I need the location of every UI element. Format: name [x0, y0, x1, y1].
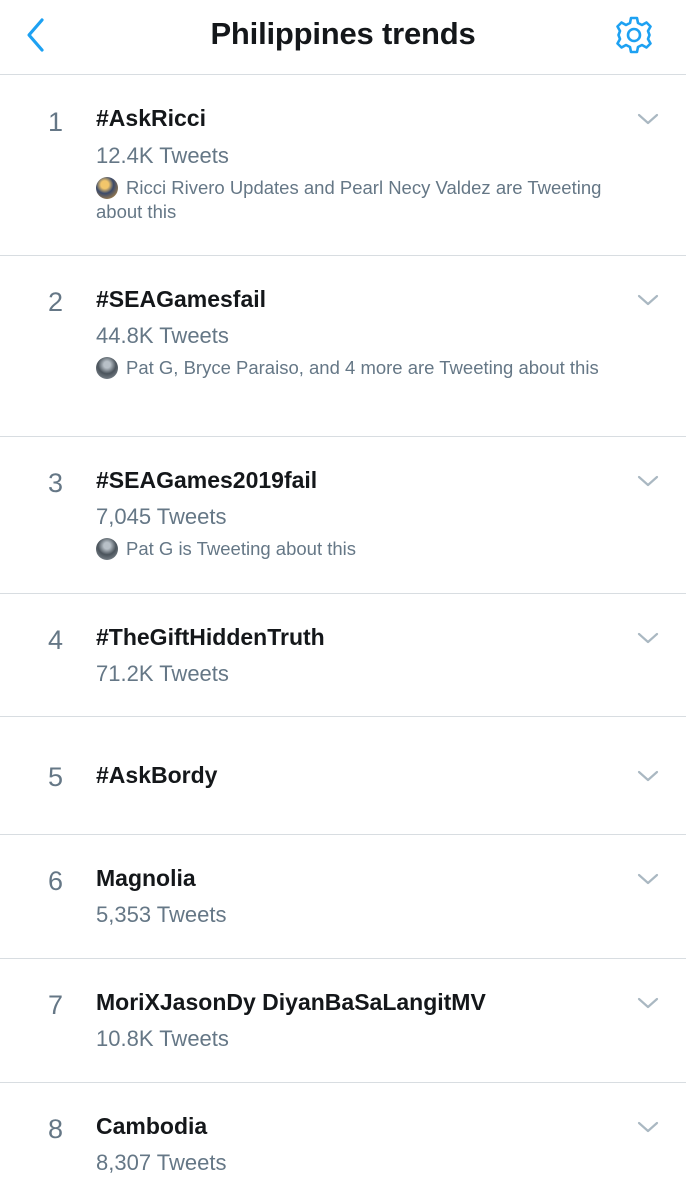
trend-rank: 4 — [48, 625, 64, 655]
gear-icon — [616, 16, 652, 54]
chevron-down-icon[interactable] — [636, 293, 660, 307]
trend-name: #SEAGames2019fail — [96, 467, 318, 493]
trend-rank: 8 — [48, 1114, 64, 1144]
chevron-down-icon[interactable] — [636, 631, 660, 645]
avatar — [96, 538, 118, 560]
settings-button[interactable] — [610, 12, 658, 58]
page-title: Philippines trends — [210, 16, 476, 51]
trend-item[interactable]: 5 #AskBordy — [0, 717, 686, 835]
trend-context-text: Pat G, Bryce Paraiso, and 4 more are Twe… — [126, 357, 599, 378]
trend-item[interactable]: 1 #AskRicci 12.4K Tweets Ricci Rivero Up… — [0, 76, 686, 256]
tweet-count: 71.2K Tweets — [96, 661, 229, 686]
trend-item[interactable]: 6 Magnolia 5,353 Tweets — [0, 835, 686, 959]
trend-context: Pat G is Tweeting about this — [96, 537, 642, 561]
tweet-count: 5,353 Tweets — [96, 902, 227, 927]
trend-name: #AskBordy — [96, 762, 218, 788]
trend-item[interactable]: 3 #SEAGames2019fail 7,045 Tweets Pat G i… — [0, 437, 686, 594]
tweet-count: 7,045 Tweets — [96, 504, 227, 529]
chevron-down-icon[interactable] — [636, 996, 660, 1010]
avatar — [96, 177, 118, 199]
trend-item[interactable]: 2 #SEAGamesfail 44.8K Tweets Pat G, Bryc… — [0, 256, 686, 437]
chevron-down-icon[interactable] — [636, 872, 660, 886]
trend-context: Ricci Rivero Updates and Pearl Necy Vald… — [96, 176, 642, 224]
trend-rank: 6 — [48, 866, 64, 896]
trend-item[interactable]: 7 MoriXJasonDy DiyanBaSaLangitMV 10.8K T… — [0, 959, 686, 1083]
tweet-count: 12.4K Tweets — [96, 143, 229, 168]
avatar — [96, 357, 118, 379]
nav-header: Philippines trends — [0, 0, 686, 75]
trend-rank: 5 — [48, 762, 64, 792]
trend-rank: 7 — [48, 990, 64, 1020]
trend-context-text: Ricci Rivero Updates and Pearl Necy Vald… — [96, 177, 602, 222]
trend-context: Pat G, Bryce Paraiso, and 4 more are Twe… — [96, 356, 642, 380]
chevron-down-icon[interactable] — [636, 769, 660, 783]
chevron-down-icon[interactable] — [636, 474, 660, 488]
chevron-down-icon[interactable] — [636, 112, 660, 126]
tweet-count: 10.8K Tweets — [96, 1026, 229, 1051]
trend-rank: 3 — [48, 468, 64, 498]
tweet-count: 44.8K Tweets — [96, 323, 229, 348]
chevron-down-icon[interactable] — [636, 1120, 660, 1134]
trend-context-text: Pat G is Tweeting about this — [126, 538, 357, 559]
trend-name: Magnolia — [96, 865, 196, 891]
trend-name: Cambodia — [96, 1113, 208, 1139]
trend-item[interactable]: 8 Cambodia 8,307 Tweets — [0, 1083, 686, 1200]
trend-name: #TheGiftHiddenTruth — [96, 624, 325, 650]
trend-item[interactable]: 4 #TheGiftHiddenTruth 71.2K Tweets — [0, 594, 686, 717]
trend-name: #SEAGamesfail — [96, 286, 267, 312]
trend-rank: 2 — [48, 287, 64, 317]
trend-rank: 1 — [48, 107, 64, 137]
tweet-count: 8,307 Tweets — [96, 1150, 227, 1175]
trend-name: MoriXJasonDy DiyanBaSaLangitMV — [96, 989, 486, 1015]
trend-name: #AskRicci — [96, 105, 206, 131]
